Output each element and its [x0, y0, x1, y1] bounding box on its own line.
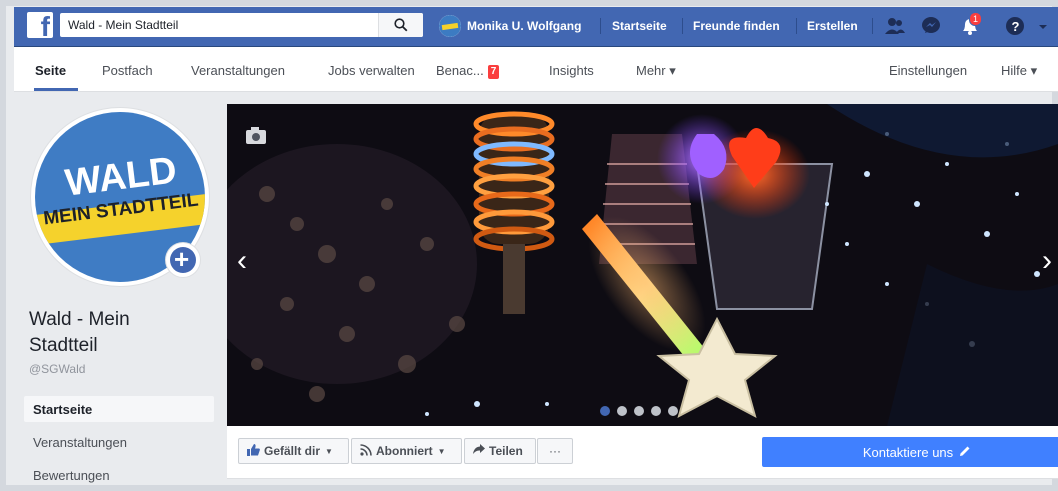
nav-erstellen[interactable]: Erstellen: [807, 19, 858, 33]
notification-badge: 7: [487, 65, 500, 79]
carousel-dot[interactable]: [651, 406, 661, 416]
carousel-dot[interactable]: [600, 406, 610, 416]
more-options-button[interactable]: ···: [537, 438, 573, 464]
user-profile-link[interactable]: Monika U. Wolfgang: [439, 15, 581, 37]
sidebar-item-veranstaltungen[interactable]: Veranstaltungen: [33, 435, 127, 450]
tab-postfach[interactable]: Postfach: [102, 63, 153, 78]
tab-seite[interactable]: Seite: [35, 63, 66, 78]
divider: [796, 18, 797, 34]
tab-insights[interactable]: Insights: [549, 63, 594, 78]
page-tabs-bar: Seite Postfach Veranstaltungen Jobs verw…: [14, 47, 1058, 92]
page-title[interactable]: Wald - Mein Stadtteil: [29, 307, 189, 359]
tab-veranstaltungen[interactable]: Veranstaltungen: [191, 63, 285, 78]
follow-label: Abonniert: [376, 444, 433, 458]
divider: [872, 18, 873, 34]
tab-hilfe[interactable]: Hilfe ▾: [1001, 63, 1037, 79]
page-handle[interactable]: @SGWald: [29, 362, 85, 376]
rss-icon: [360, 443, 372, 459]
like-label: Gefällt dir: [264, 444, 321, 458]
divider: [600, 18, 601, 34]
follow-button[interactable]: Abonniert ▼: [351, 438, 462, 464]
active-tab-indicator: [34, 88, 78, 91]
search-icon: [394, 18, 408, 32]
tab-einstellungen[interactable]: Einstellungen: [889, 63, 967, 78]
chevron-down-icon: ▼: [325, 446, 333, 456]
avatar: [439, 15, 461, 37]
sidebar-item-startseite[interactable]: Startseite: [33, 402, 92, 417]
cover-next-arrow[interactable]: ›: [1042, 244, 1052, 278]
facebook-logo[interactable]: f: [27, 12, 53, 41]
nav-freunde-finden[interactable]: Freunde finden: [693, 19, 780, 33]
chevron-down-icon[interactable]: [1036, 16, 1058, 36]
tab-mehr[interactable]: Mehr ▾: [636, 63, 676, 79]
search-input[interactable]: Wald - Mein Stadtteil: [68, 18, 178, 32]
plus-icon: +: [174, 244, 190, 274]
messenger-icon[interactable]: [920, 16, 942, 36]
svg-text:?: ?: [1012, 19, 1020, 34]
cover-carousel-dots: [600, 406, 678, 416]
divider: [682, 18, 683, 34]
like-button[interactable]: Gefällt dir ▼: [238, 438, 349, 464]
tab-benachrichtigungen-label: Benac...: [436, 63, 484, 78]
notification-badge: 1: [969, 12, 983, 26]
contact-us-button[interactable]: Kontaktiere uns: [762, 437, 1058, 467]
browser-frame: f Wald - Mein Stadtteil Monika U. Wolfga…: [0, 0, 1058, 491]
nav-startseite[interactable]: Startseite: [612, 19, 667, 33]
share-arrow-icon: [473, 444, 485, 458]
carousel-dot[interactable]: [617, 406, 627, 416]
add-photo-button[interactable]: +: [166, 243, 200, 277]
friends-icon[interactable]: [884, 16, 906, 36]
carousel-dot[interactable]: [634, 406, 644, 416]
search-bar[interactable]: Wald - Mein Stadtteil: [60, 13, 423, 37]
page-action-bar: Gefällt dir ▼ Abonniert ▼ Teilen ··· Kon…: [227, 426, 1058, 479]
top-navbar: f Wald - Mein Stadtteil Monika U. Wolfga…: [14, 7, 1058, 47]
share-button[interactable]: Teilen: [464, 438, 536, 464]
user-name: Monika U. Wolfgang: [467, 19, 582, 33]
bell-icon[interactable]: 1: [959, 12, 983, 36]
chevron-down-icon: ▼: [437, 446, 446, 456]
carousel-dot[interactable]: [668, 406, 678, 416]
cover-image: [227, 104, 1058, 426]
pencil-icon: [959, 445, 971, 460]
share-label: Teilen: [489, 444, 523, 458]
thumbs-up-icon: [247, 443, 260, 459]
contact-label: Kontaktiere uns: [862, 444, 954, 460]
cover-photo[interactable]: ‹ ›: [227, 104, 1058, 426]
help-icon[interactable]: ?: [1004, 16, 1026, 36]
tab-benachrichtigungen[interactable]: Benac... 7: [436, 63, 500, 79]
cover-prev-arrow[interactable]: ‹: [237, 244, 247, 278]
tab-jobs-verwalten[interactable]: Jobs verwalten: [328, 63, 415, 78]
sidebar-item-bewertungen[interactable]: Bewertungen: [33, 468, 110, 483]
search-button[interactable]: [378, 13, 423, 37]
